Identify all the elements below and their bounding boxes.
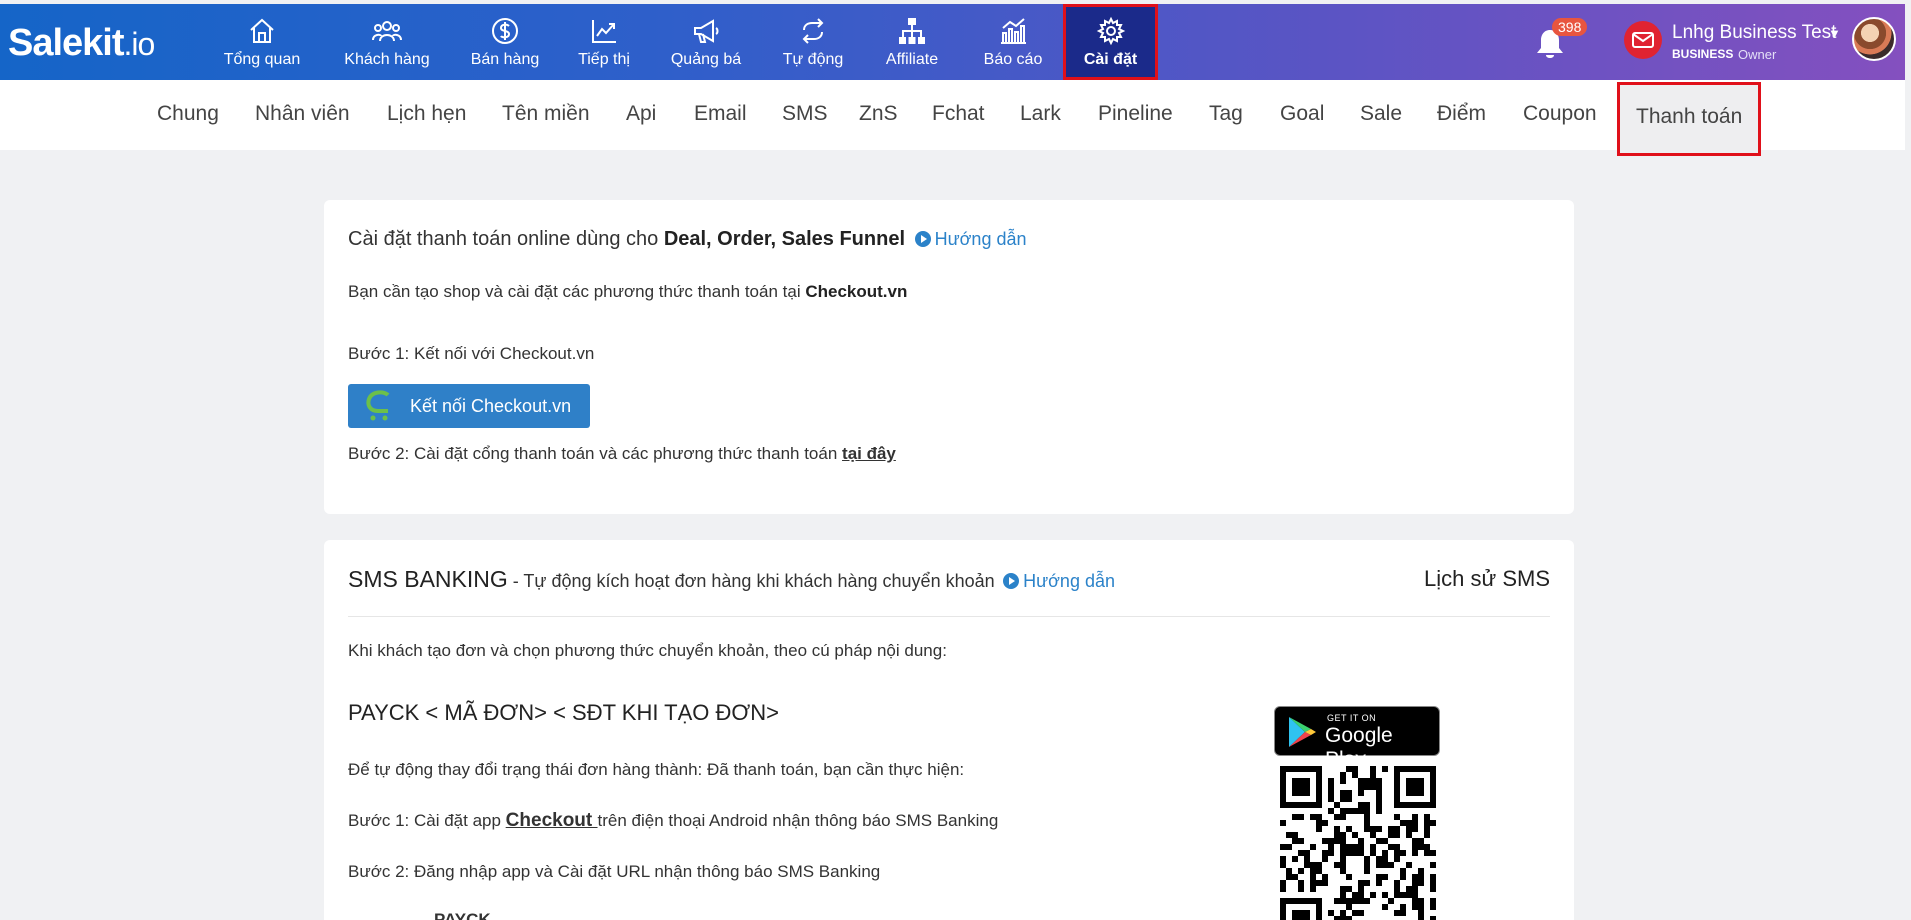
nav-label: Tiếp thị [578,50,630,68]
payment-step2: Bước 2: Cài đặt cổng thanh toán và các p… [348,444,896,463]
notification-badge: 398 [1552,18,1588,36]
tab-chung[interactable]: Chung [157,102,219,126]
tab-fchat[interactable]: Fchat [932,102,985,126]
google-play-button[interactable]: GET IT ON Google Play [1274,706,1440,771]
tab-diem[interactable]: Điểm [1437,102,1486,126]
qr-code [1278,764,1438,920]
tab-ten-mien[interactable]: Tên miền [502,102,590,126]
account-role: Owner [1738,47,1777,62]
gplay-small-text: GET IT ON [1327,713,1377,723]
nav-label: Bán hàng [470,50,540,68]
tab-lark[interactable]: Lark [1020,102,1061,126]
nav-label: Tự động [782,50,844,68]
mail-icon[interactable] [1624,21,1662,59]
sms-banking-header: SMS BANKING - Tự động kích hoạt đơn hàng… [348,566,1115,592]
nav-item-bao-cao[interactable]: Báo cáo [975,4,1051,80]
divider [348,616,1550,617]
account-plan: BUSINESS [1672,47,1734,61]
tab-coupon[interactable]: Coupon [1523,102,1597,126]
nav-label: Báo cáo [983,50,1043,68]
checkout-logo-icon [366,390,390,421]
avatar[interactable] [1852,17,1896,61]
online-payment-card: Cài đặt thanh toán online dùng cho Deal,… [324,200,1574,514]
sms-guide-link[interactable]: Hướng dẫn [1003,571,1115,591]
chart-line-icon [592,19,616,43]
nav-item-cai-dat[interactable]: Cài đặt [1063,4,1158,80]
report-icon [1001,17,1026,44]
brand-logo[interactable]: Salekit.io [8,22,155,65]
tab-lich-hen[interactable]: Lịch hẹn [387,102,466,126]
payment-step1: Bước 1: Kết nối với Checkout.vn [348,344,595,363]
sms-syntax: PAYCK < MÃ ĐƠN> < SĐT KHI TẠO ĐƠN> [348,700,779,725]
nav-item-tiep-thi[interactable]: Tiếp thị [568,4,640,80]
nav-item-tong-quan[interactable]: Tổng quan [218,4,306,80]
play-icon [914,231,931,247]
connect-checkout-button[interactable]: Kết nối Checkout.vn [348,384,590,428]
checkout-app-link[interactable]: Checkout [506,810,598,831]
tab-sms[interactable]: SMS [782,102,828,126]
tab-pineline[interactable]: Pineline [1098,102,1173,126]
tab-zns[interactable]: ZnS [859,102,898,126]
sms-desc: Khi khách tạo đơn và chọn phương thức ch… [348,641,947,660]
sms-history-link[interactable]: Lịch sử SMS [1424,566,1550,592]
sms-step1: Bước 1: Cài đặt app Checkout trên điện t… [348,810,999,831]
payment-intro: Bạn cần tạo shop và cài đặt các phương t… [348,282,908,301]
nav-item-khach-hang[interactable]: Khách hàng [337,4,437,80]
settings-subnav: Chung Nhân viên Lịch hẹn Tên miền Api Em… [0,80,1905,156]
nav-item-affiliate[interactable]: Affiliate [872,4,952,80]
chevron-down-icon[interactable]: ▼ [1828,26,1841,41]
account-name[interactable]: Lnhg Business Test [1672,22,1836,44]
tab-thanh-toan[interactable]: Thanh toán [1617,82,1762,156]
sms-banking-card: SMS BANKING - Tự động kích hoạt đơn hàng… [324,540,1574,920]
payment-title: Cài đặt thanh toán online dùng cho Deal,… [348,228,1027,250]
nav-label: Quảng bá [670,50,742,68]
tab-sale[interactable]: Sale [1360,102,1402,126]
sms-step3-partial: PAYCK [434,910,491,920]
nav-item-ban-hang[interactable]: Bán hàng [463,4,547,80]
nav-item-quang-ba[interactable]: Quảng bá [664,4,748,80]
sitemap-icon [899,17,925,44]
sms-step2: Bước 2: Đăng nhập app và Cài đặt URL nhậ… [348,862,881,881]
sms-auto-text: Để tự động thay đổi trạng thái đơn hàng … [348,760,965,779]
tab-api[interactable]: Api [626,102,656,126]
tab-nhan-vien[interactable]: Nhân viên [255,102,350,126]
megaphone-icon [694,18,719,43]
home-icon [250,18,274,43]
tab-email[interactable]: Email [694,102,747,126]
nav-label: Khách hàng [344,50,430,68]
nav-label: Cài đặt [1083,50,1138,68]
google-play-icon [1289,717,1316,747]
connect-button-label: Kết nối Checkout.vn [410,395,572,416]
guide-link[interactable]: Hướng dẫn [914,229,1027,249]
nav-item-tu-dong[interactable]: Tự động [775,4,851,80]
gear-icon [1096,16,1125,45]
repeat-icon [802,17,824,44]
tab-goal[interactable]: Goal [1280,102,1324,126]
play-icon [1003,573,1020,589]
nav-label: Tổng quan [223,50,301,68]
top-navbar: Salekit.io Tổng quan Khách hàng Bán hàng… [0,4,1905,80]
dollar-icon [492,17,518,44]
nav-label: Affiliate [885,50,939,68]
here-link[interactable]: tại đây [842,444,896,463]
tab-tag[interactable]: Tag [1209,102,1243,126]
users-icon [372,20,402,41]
